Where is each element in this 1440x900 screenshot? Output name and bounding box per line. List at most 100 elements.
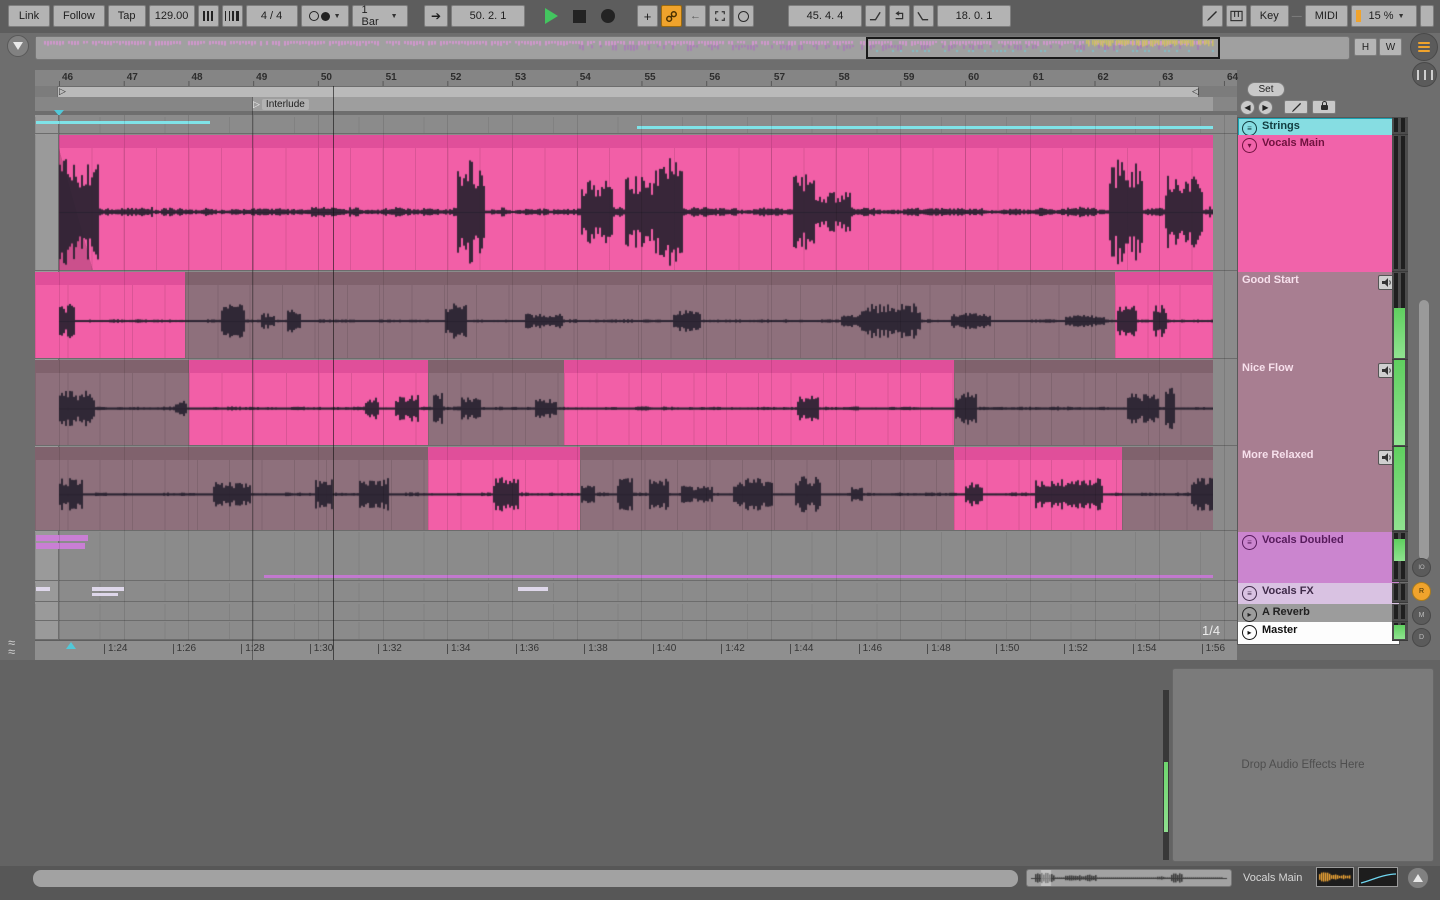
audio-clip[interactable] <box>564 360 954 445</box>
show-io-toggle[interactable]: IO <box>1412 558 1431 577</box>
midi-map-button[interactable]: MIDI <box>1304 5 1348 27</box>
computer-midi-keyboard-button[interactable] <box>1225 5 1247 27</box>
audio-clip[interactable] <box>954 447 1122 530</box>
clip-title-bar[interactable] <box>35 360 189 373</box>
next-locator-button[interactable]: ▶ <box>1258 100 1273 115</box>
fade-in-handle[interactable] <box>59 148 93 270</box>
automation-line[interactable] <box>264 575 1213 578</box>
track-lane-vocals-main[interactable] <box>35 135 1237 271</box>
arrangement-clip-area[interactable] <box>35 115 1237 640</box>
prev-locator-button[interactable]: ◀ <box>1240 100 1255 115</box>
clip-title-bar[interactable] <box>954 360 1213 373</box>
loop-start-marker-icon[interactable]: ▷ <box>59 86 66 97</box>
track-lane-master[interactable] <box>35 622 1237 640</box>
loop-end-marker-icon[interactable]: ◁ <box>1192 86 1199 97</box>
overview-width-button[interactable]: W <box>1379 38 1402 56</box>
audio-clip[interactable] <box>428 360 564 445</box>
track-header-good-start[interactable]: Good Start <box>1237 272 1400 364</box>
overview-selection-frame[interactable] <box>866 37 1220 59</box>
audio-clip[interactable] <box>580 447 954 530</box>
mixer-sections-icon[interactable] <box>1412 62 1437 87</box>
track-lane-vocals-doubled[interactable] <box>35 532 1237 581</box>
audio-clip[interactable] <box>954 360 1213 445</box>
punch-in-button[interactable] <box>865 5 886 27</box>
audio-clip[interactable] <box>1122 447 1213 530</box>
show-returns-toggle[interactable]: R <box>1412 582 1431 601</box>
quantize-menu[interactable]: 1 Bar ▼ <box>351 4 408 28</box>
follow-button[interactable]: Follow <box>53 5 105 27</box>
locator-interlude[interactable]: ▷ Interlude <box>253 97 309 111</box>
track-header-vocals-doubled[interactable]: ≡ Vocals Doubled <box>1237 532 1400 586</box>
zoom-wave-icon[interactable]: ≈ ≈ <box>8 636 15 658</box>
track-lane-good-start[interactable] <box>35 272 1237 359</box>
track-lane-a-reverb[interactable] <box>35 604 1237 621</box>
loop-start-field[interactable]: 45. 4. 4 <box>788 5 862 27</box>
clip-title-bar[interactable] <box>428 360 564 373</box>
audio-clip[interactable] <box>185 272 1115 358</box>
cpu-meter[interactable]: 15 % ▼ <box>1351 5 1417 27</box>
metronome-button[interactable]: ▼ <box>300 5 349 27</box>
back-to-arrangement-button[interactable] <box>7 35 29 57</box>
audio-clip[interactable] <box>59 135 1213 270</box>
show-delay-toggle[interactable]: D <box>1412 628 1431 647</box>
play-button[interactable] <box>545 8 558 24</box>
track-header-master[interactable]: ▸ Master <box>1237 622 1400 645</box>
strings-clip-line[interactable] <box>637 126 1213 129</box>
set-locator-button[interactable]: Set <box>1247 82 1285 97</box>
arrangement-overview[interactable] <box>35 36 1350 60</box>
show-hide-device-view-button[interactable] <box>1407 867 1429 889</box>
fx-clip-fragment[interactable] <box>92 593 118 596</box>
arrangement-position-field[interactable]: 50. 2. 1 <box>451 5 525 27</box>
audio-clip[interactable] <box>35 272 185 358</box>
loop-length-field[interactable]: 18. 0. 1 <box>937 5 1011 27</box>
group-icon[interactable]: ≡ <box>1242 586 1257 601</box>
fx-clip-fragment[interactable] <box>518 587 548 591</box>
track-header-more-relaxed[interactable]: More Relaxed <box>1237 447 1400 536</box>
draw-mode-button[interactable] <box>1201 5 1223 27</box>
midi-clip-fragment[interactable] <box>36 535 88 541</box>
clip-title-bar[interactable] <box>1115 272 1213 285</box>
time-signature-field[interactable]: 4 / 4 <box>245 5 298 27</box>
hamburger-menu-icon[interactable] <box>1410 33 1438 61</box>
device-thumbnail-reverb[interactable] <box>1316 867 1354 887</box>
audio-clip[interactable] <box>1115 272 1213 358</box>
tap-tempo-button[interactable]: Tap <box>107 5 146 27</box>
nudge-up-button[interactable] <box>221 5 243 27</box>
draw-automation-button[interactable] <box>1284 100 1308 114</box>
show-mixer-toggle[interactable]: M <box>1412 606 1431 625</box>
punch-out-button[interactable] <box>913 5 934 27</box>
nudge-down-button[interactable] <box>197 5 219 27</box>
clip-title-bar[interactable] <box>59 135 1213 148</box>
fx-clip-fragment[interactable] <box>92 587 124 591</box>
track-lane-strings[interactable] <box>35 117 1237 134</box>
clip-title-bar[interactable] <box>428 447 580 460</box>
track-lane-nice-flow[interactable] <box>35 360 1237 446</box>
automation-arm-button[interactable] <box>661 5 682 27</box>
fold-open-icon[interactable]: ▾ <box>1242 138 1257 153</box>
overdub-button[interactable]: + <box>637 5 658 27</box>
tempo-field[interactable]: 129.00 <box>148 5 195 27</box>
link-button[interactable]: Link <box>8 5 50 27</box>
loop-button[interactable] <box>733 5 754 27</box>
follow-playhead-icon[interactable]: ➔ <box>424 5 448 27</box>
loop-region-button[interactable] <box>889 5 910 27</box>
fold-closed-icon[interactable]: ▸ <box>1242 607 1257 622</box>
reenable-automation-button[interactable]: ← <box>685 5 706 27</box>
capture-midi-button[interactable] <box>709 5 730 27</box>
fold-closed-icon[interactable]: ▸ <box>1242 625 1257 640</box>
device-thumbnail-eq[interactable] <box>1358 867 1398 887</box>
track-lane-vocals-fx[interactable] <box>35 583 1237 602</box>
track-header-vocals-main[interactable]: ▾ Vocals Main <box>1237 135 1400 276</box>
clip-title-bar[interactable] <box>35 447 428 460</box>
lock-envelopes-button[interactable] <box>1312 100 1336 114</box>
track-header-nice-flow[interactable]: Nice Flow <box>1237 360 1400 451</box>
key-map-button[interactable]: Key <box>1249 5 1289 27</box>
time-ruler[interactable] <box>35 640 1237 661</box>
audio-clip[interactable] <box>189 360 428 445</box>
group-icon[interactable]: ≡ <box>1242 121 1257 136</box>
fx-clip-fragment[interactable] <box>36 587 50 591</box>
clip-title-bar[interactable] <box>580 447 954 460</box>
audio-clip[interactable] <box>35 360 189 445</box>
track-lane-more-relaxed[interactable] <box>35 447 1237 531</box>
drop-audio-effects-zone[interactable]: Drop Audio Effects Here <box>1172 668 1434 862</box>
